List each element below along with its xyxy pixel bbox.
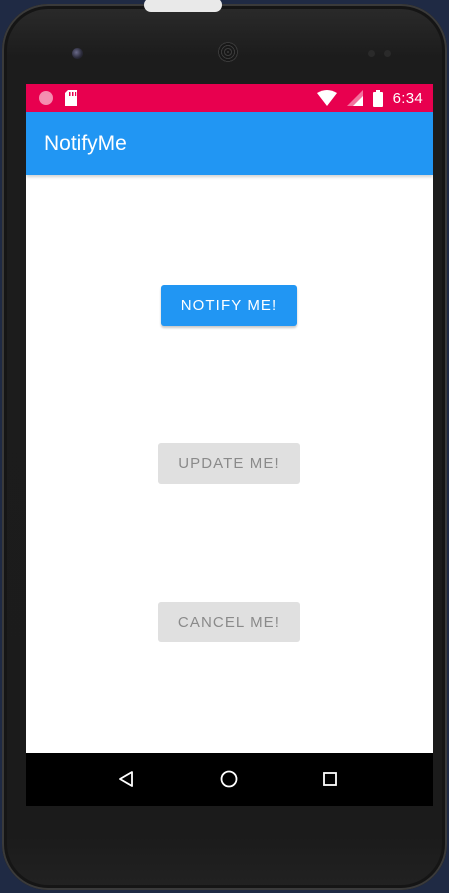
back-icon <box>119 771 133 787</box>
status-time: 6:34 <box>392 89 423 107</box>
status-bar: 6:34 <box>26 84 433 112</box>
recents-button[interactable] <box>318 767 342 791</box>
navigation-bar <box>26 753 433 806</box>
update-me-button[interactable]: UPDATE ME! <box>158 443 300 484</box>
signal-icon <box>346 90 363 106</box>
sd-card-icon <box>65 90 77 106</box>
circle-notification-icon <box>39 91 53 105</box>
light-sensor <box>384 50 391 57</box>
notify-me-button[interactable]: NOTIFY ME! <box>161 285 297 326</box>
cancel-me-button[interactable]: CANCEL ME! <box>158 602 300 642</box>
wifi-icon <box>316 90 337 106</box>
front-camera-icon <box>72 48 83 59</box>
screen: 6:34 NotifyMe NOTIFY ME! UPDATE ME! CANC… <box>26 84 433 806</box>
battery-icon <box>372 89 383 107</box>
proximity-sensor <box>368 50 375 57</box>
status-left-icons <box>38 90 78 106</box>
top-nub <box>144 0 222 12</box>
app-bar: NotifyMe <box>26 112 433 175</box>
recents-icon <box>323 772 337 786</box>
back-button[interactable] <box>114 767 138 791</box>
phone-frame: 6:34 NotifyMe NOTIFY ME! UPDATE ME! CANC… <box>2 0 447 890</box>
home-icon <box>220 770 238 788</box>
app-title: NotifyMe <box>44 131 127 155</box>
earpiece-speaker <box>218 42 238 62</box>
status-right-icons: 6:34 <box>316 89 423 107</box>
home-button[interactable] <box>217 767 241 791</box>
